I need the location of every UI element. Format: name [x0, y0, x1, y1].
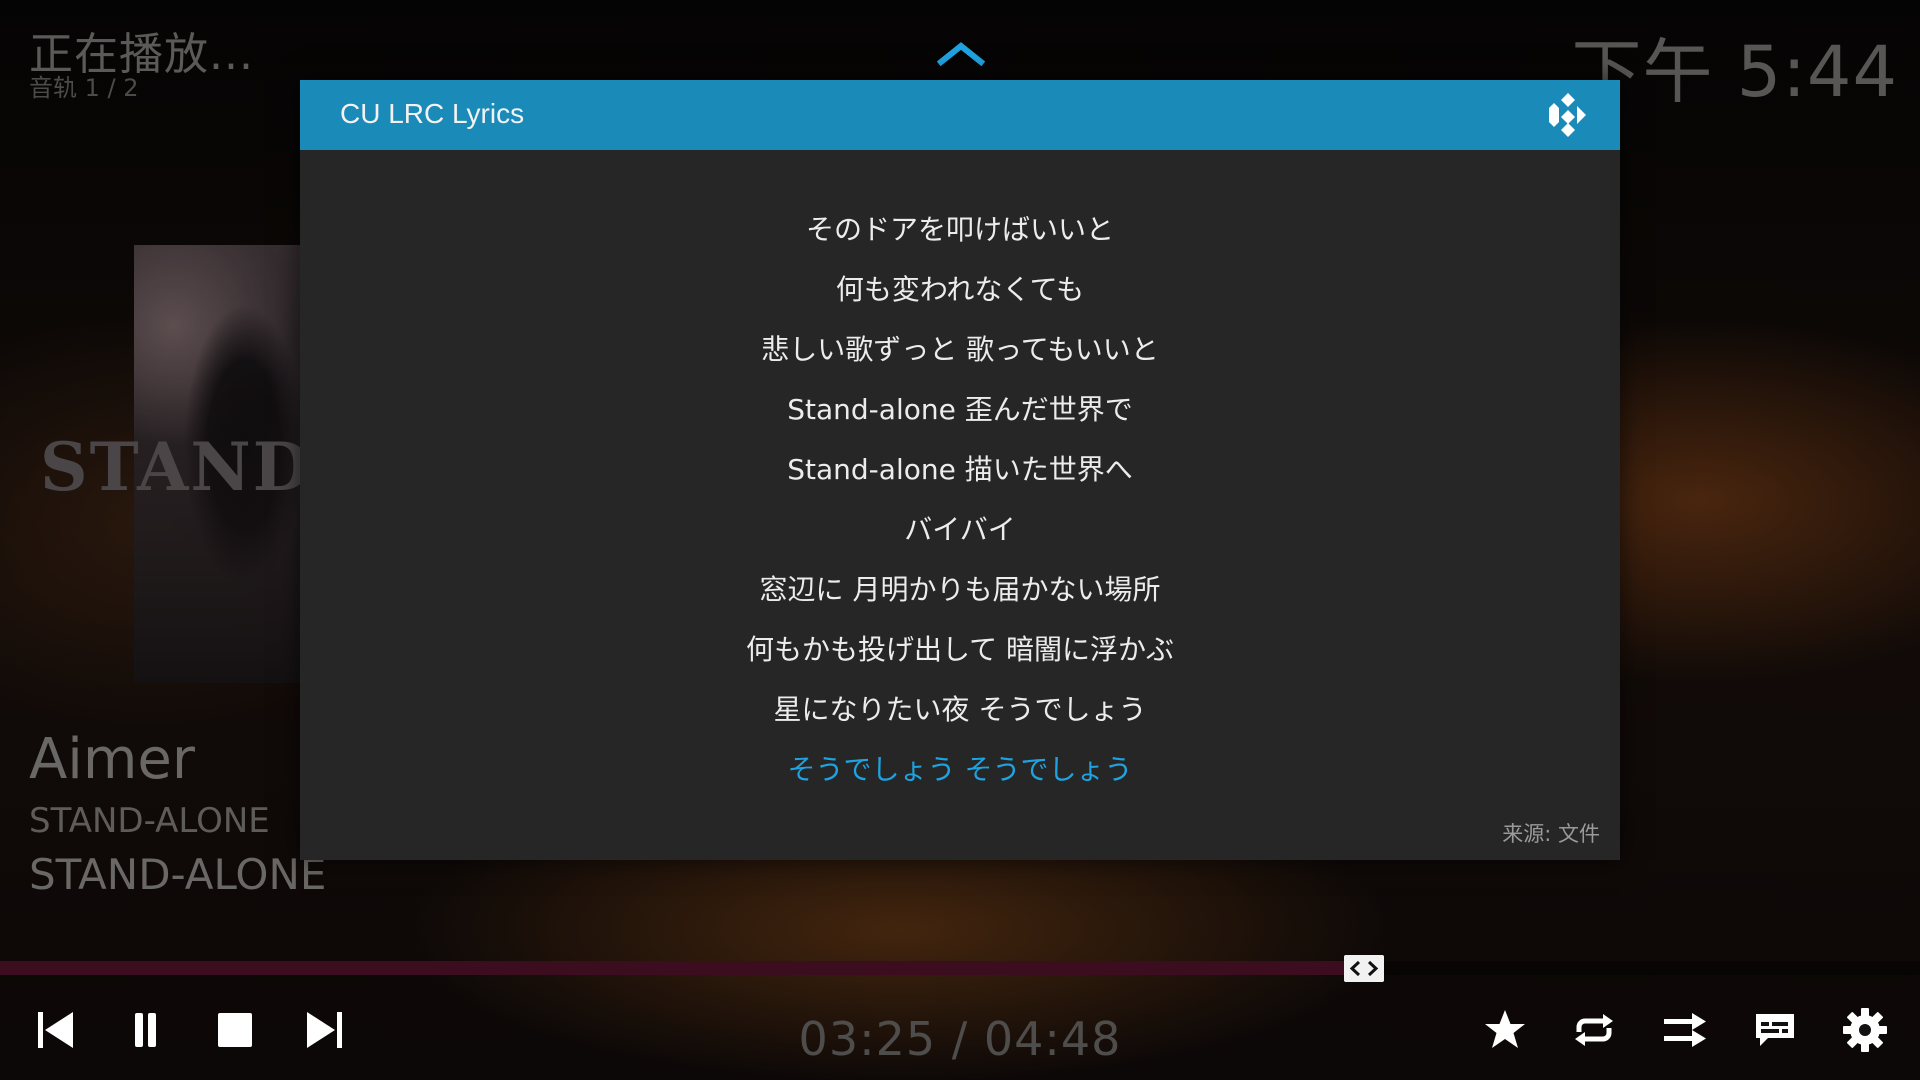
- favourite-button[interactable]: [1480, 1005, 1530, 1055]
- lyric-line: Stand-alone 歪んだ世界で: [787, 393, 1133, 426]
- subtitles-button[interactable]: [1750, 1005, 1800, 1055]
- kodi-logo-icon: [1549, 93, 1586, 137]
- lyric-line: Stand-alone 描いた世界へ: [787, 453, 1133, 486]
- repeat-icon: [1575, 1014, 1613, 1046]
- subtitles-icon: [1756, 1014, 1794, 1046]
- gear-icon: [1843, 1008, 1887, 1052]
- seek-handle-icon[interactable]: [1344, 955, 1384, 982]
- lyric-line: 星になりたい夜 そうでしょう: [773, 693, 1147, 726]
- album-name: STAND-ALONE: [29, 801, 270, 841]
- dialog-header: CU LRC Lyrics: [300, 80, 1620, 150]
- lyric-line-current: そうでしょう そうでしょう: [787, 753, 1133, 786]
- lyrics-source: 来源: 文件: [1502, 822, 1600, 846]
- progress-bar[interactable]: [0, 961, 1920, 975]
- lyric-line: 悲しい歌ずっと 歌ってもいいと: [761, 333, 1159, 366]
- chevron-up-icon[interactable]: [937, 40, 985, 66]
- shuffle-button[interactable]: [1660, 1005, 1710, 1055]
- lyrics-dialog: CU LRC Lyrics そのドアを叩けばいいと 何も変われなくても悲しい歌ずっ…: [300, 80, 1620, 860]
- lyric-line: 何もかも投げ出して 暗闇に浮かぶ: [745, 633, 1175, 666]
- player-screen: 正在播放... 音轨 1 / 2 下午 5:44 STAND-A Aimer S…: [0, 0, 1920, 1080]
- clock: 下午 5:44: [1571, 31, 1898, 113]
- time-separator: /: [936, 1012, 984, 1066]
- lyric-line: 窓辺に 月明かりも届かない場所: [759, 573, 1161, 606]
- progress-fill: [0, 961, 1368, 975]
- total-time: 04:48: [983, 1012, 1122, 1066]
- elapsed-time: 03:25: [798, 1012, 937, 1066]
- track-count: 音轨 1 / 2: [29, 74, 139, 102]
- settings-button[interactable]: [1840, 1005, 1890, 1055]
- star-icon: [1485, 1010, 1525, 1048]
- shuffle-icon: [1664, 1013, 1706, 1047]
- dialog-title: CU LRC Lyrics: [340, 98, 525, 129]
- lyrics-list[interactable]: そのドアを叩けばいいと 何も変われなくても悲しい歌ずっと 歌ってもいいと Stand…: [300, 200, 1620, 800]
- lyric-line: そのドアを叩けばいいと: [805, 213, 1114, 246]
- repeat-button[interactable]: [1569, 1005, 1619, 1055]
- song-title: STAND-ALONE: [29, 850, 327, 899]
- time-display: 03:25 / 04:48: [0, 1012, 1920, 1066]
- lyric-line: 何も変われなくても: [835, 273, 1085, 306]
- artist-name: Aimer: [29, 727, 195, 792]
- lyric-line: バイバイ: [904, 513, 1016, 546]
